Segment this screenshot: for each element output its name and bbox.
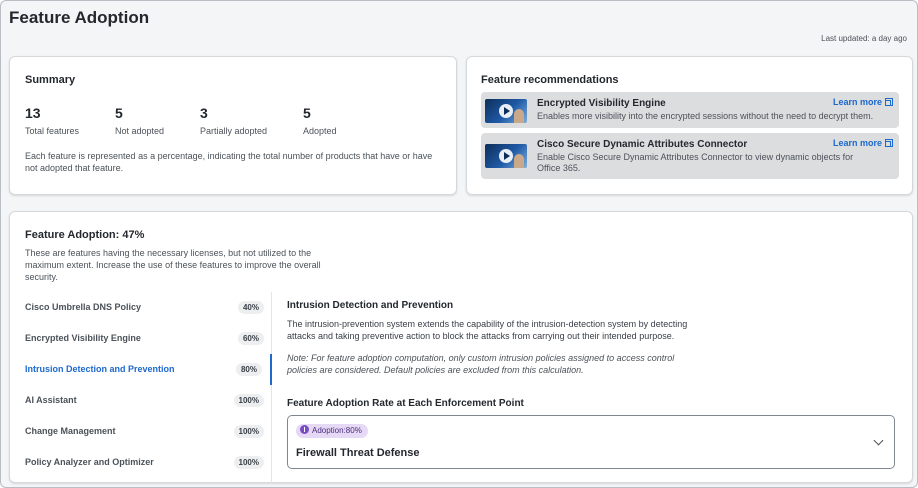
recommendation-description: Enables more visibility into the encrypt… <box>537 111 874 121</box>
presenter-image <box>514 109 524 123</box>
stat-total-features: 13 Total features <box>25 105 79 136</box>
video-thumbnail[interactable] <box>485 99 527 123</box>
feature-item-encrypted-visibility-engine[interactable]: Encrypted Visibility Engine 60% <box>10 323 272 354</box>
stat-adopted: 5 Adopted <box>303 105 337 136</box>
stat-label: Partially adopted <box>200 126 268 136</box>
learn-more-label: Learn more <box>832 97 882 107</box>
percent-badge: 40% <box>237 301 264 314</box>
feature-item-cisco-umbrella-dns-policy[interactable]: Cisco Umbrella DNS Policy 40% <box>10 292 272 323</box>
external-link-icon <box>885 139 893 147</box>
info-icon <box>300 425 309 434</box>
play-icon <box>499 149 513 163</box>
page-title: Feature Adoption <box>9 8 150 27</box>
percent-badge: 100% <box>233 425 264 438</box>
detail-description: The intrusion-prevention system extends … <box>287 319 688 341</box>
last-updated-text: Last updated: a day ago <box>821 34 907 43</box>
feature-name: Intrusion Detection and Prevention <box>25 364 175 374</box>
percent-badge: 100% <box>233 456 264 469</box>
stat-label: Not adopted <box>115 126 165 136</box>
adoption-badge-label: Adoption:80% <box>312 426 362 435</box>
summary-card: Summary 13 Total features 5 Not adopted … <box>9 56 457 195</box>
stat-not-adopted: 5 Not adopted <box>115 105 164 136</box>
external-link-icon <box>885 98 893 106</box>
stat-label: Adopted <box>303 126 337 136</box>
detail-title: Intrusion Detection and Prevention <box>287 300 454 311</box>
recommendations-title: Feature recommendations <box>481 74 619 86</box>
detail-note: Note: For feature adoption computation, … <box>287 353 675 375</box>
presenter-image <box>514 154 524 168</box>
recommendation-name: Encrypted Visibility Engine <box>537 98 666 109</box>
enforcement-point-accordion[interactable]: Adoption:80% Firewall Threat Defense <box>287 415 895 469</box>
feature-item-change-management[interactable]: Change Management 100% <box>10 416 272 447</box>
feature-item-policy-analyzer-and-optimizer[interactable]: Policy Analyzer and Optimizer 100% <box>10 447 272 478</box>
stat-value: 3 <box>200 105 208 121</box>
stat-partially-adopted: 3 Partially adopted <box>200 105 267 136</box>
stat-value: 5 <box>115 105 123 121</box>
feature-name: Cisco Umbrella DNS Policy <box>25 302 142 312</box>
learn-more-label: Learn more <box>832 138 882 148</box>
summary-title: Summary <box>25 74 76 86</box>
learn-more-link[interactable]: Learn more <box>833 138 893 148</box>
stat-value: 13 <box>25 105 41 121</box>
feature-adoption-card: Feature Adoption: 47% These are features… <box>9 211 913 483</box>
chevron-down-icon[interactable] <box>873 435 884 446</box>
play-icon <box>499 104 513 118</box>
stat-value: 5 <box>303 105 311 121</box>
summary-note: Each feature is represented as a percent… <box>25 151 433 173</box>
app-window: Feature Adoption Last updated: a day ago… <box>0 0 918 488</box>
percent-badge: 100% <box>233 394 264 407</box>
percent-badge: 80% <box>235 363 262 376</box>
adoption-rate-title: Feature Adoption Rate at Each Enforcemen… <box>287 398 524 409</box>
feature-name: AI Assistant <box>25 395 77 405</box>
video-thumbnail[interactable] <box>485 144 527 168</box>
recommendation-item[interactable]: Cisco Secure Dynamic Attributes Connecto… <box>481 133 899 179</box>
feature-item-intrusion-detection-and-prevention[interactable]: Intrusion Detection and Prevention 80% <box>10 354 272 385</box>
adoption-badge: Adoption:80% <box>296 424 368 438</box>
adoption-description: These are features having the necessary … <box>25 248 321 282</box>
recommendation-description: Enable Cisco Secure Dynamic Attributes C… <box>537 152 854 173</box>
stat-label: Total features <box>25 126 80 136</box>
feature-list: Cisco Umbrella DNS Policy 40% Encrypted … <box>10 292 272 483</box>
learn-more-link[interactable]: Learn more <box>833 97 893 107</box>
recommendation-name: Cisco Secure Dynamic Attributes Connecto… <box>537 139 748 150</box>
feature-name: Change Management <box>25 426 116 436</box>
feature-name: Policy Analyzer and Optimizer <box>25 457 154 467</box>
adoption-title: Feature Adoption: 47% <box>25 229 145 241</box>
feature-item-ai-assistant[interactable]: AI Assistant 100% <box>10 385 272 416</box>
percent-badge: 60% <box>237 332 264 345</box>
enforcement-point-name: Firewall Threat Defense <box>296 447 420 459</box>
feature-name: Encrypted Visibility Engine <box>25 333 141 343</box>
recommendation-item[interactable]: Encrypted Visibility Engine Enables more… <box>481 92 899 128</box>
recommendations-card: Feature recommendations Encrypted Visibi… <box>466 56 913 195</box>
